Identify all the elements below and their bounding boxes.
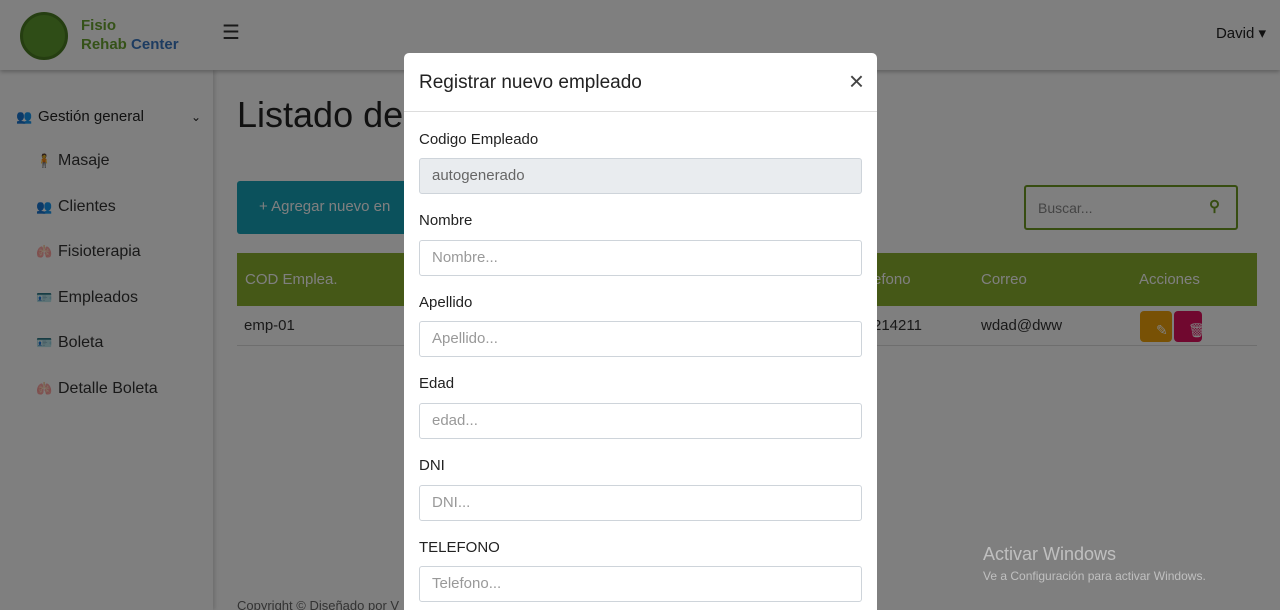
label-dni: DNI bbox=[419, 457, 445, 474]
modal-header: Registrar nuevo empleado × bbox=[404, 53, 877, 112]
edad-field[interactable]: edad... bbox=[419, 403, 862, 439]
register-employee-modal: Registrar nuevo empleado × Codigo Emplea… bbox=[404, 53, 877, 610]
nombre-field[interactable]: Nombre... bbox=[419, 240, 862, 276]
dni-field[interactable]: DNI... bbox=[419, 485, 862, 521]
codigo-field: autogenerado bbox=[419, 158, 862, 194]
label-telefono: TELEFONO bbox=[419, 539, 500, 556]
telefono-field[interactable]: Telefono... bbox=[419, 566, 862, 602]
label-apellido: Apellido bbox=[419, 294, 473, 311]
label-nombre: Nombre bbox=[419, 212, 473, 229]
modal-title: Registrar nuevo empleado bbox=[419, 72, 642, 93]
label-codigo: Codigo Empleado bbox=[419, 131, 539, 148]
close-icon[interactable]: × bbox=[849, 68, 864, 94]
windows-activation-watermark: Activar Windows Ve a Configuración para … bbox=[983, 544, 1206, 583]
label-edad: Edad bbox=[419, 375, 455, 392]
apellido-field[interactable]: Apellido... bbox=[419, 321, 862, 357]
